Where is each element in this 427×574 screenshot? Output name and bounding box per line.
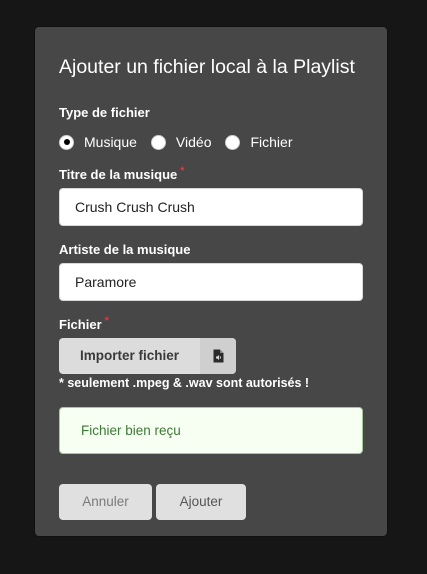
file-type-radio-group: Musique Vidéo Fichier [59,133,307,151]
file-label-text: Fichier [59,317,102,332]
radio-fichier-label[interactable]: Fichier [250,134,292,150]
radio-fichier[interactable]: Fichier [225,134,293,150]
file-type-label: Type de fichier [59,105,150,120]
audio-file-icon[interactable] [200,338,236,374]
add-local-file-modal: Ajouter un fichier local à la Playlist T… [35,27,387,536]
music-title-label: Titre de la musique * [59,165,185,182]
music-artist-label: Artiste de la musique [59,242,191,257]
radio-video-circle[interactable] [150,134,166,150]
file-format-hint: * seulement .mpeg & .wav sont autorisés … [59,376,310,390]
radio-video[interactable]: Vidéo [150,134,212,150]
radio-musique[interactable]: Musique [59,134,137,150]
music-artist-input[interactable] [59,263,363,301]
success-message: Fichier bien reçu [59,407,363,454]
radio-musique-circle[interactable] [59,134,74,150]
radio-musique-label[interactable]: Musique [84,134,137,150]
add-button[interactable]: Ajouter [156,484,246,520]
import-file-label[interactable]: Importer fichier [59,338,200,374]
file-label: Fichier * [59,315,109,332]
modal-title: Ajouter un fichier local à la Playlist [59,56,355,78]
music-title-label-text: Titre de la musique [59,167,178,182]
required-mark: * [104,315,109,327]
music-title-input[interactable] [59,188,363,226]
import-file-button[interactable]: Importer fichier [59,338,236,374]
cancel-button[interactable]: Annuler [59,484,152,520]
required-mark: * [180,165,185,177]
radio-fichier-circle[interactable] [225,134,241,150]
radio-video-label[interactable]: Vidéo [176,134,212,150]
